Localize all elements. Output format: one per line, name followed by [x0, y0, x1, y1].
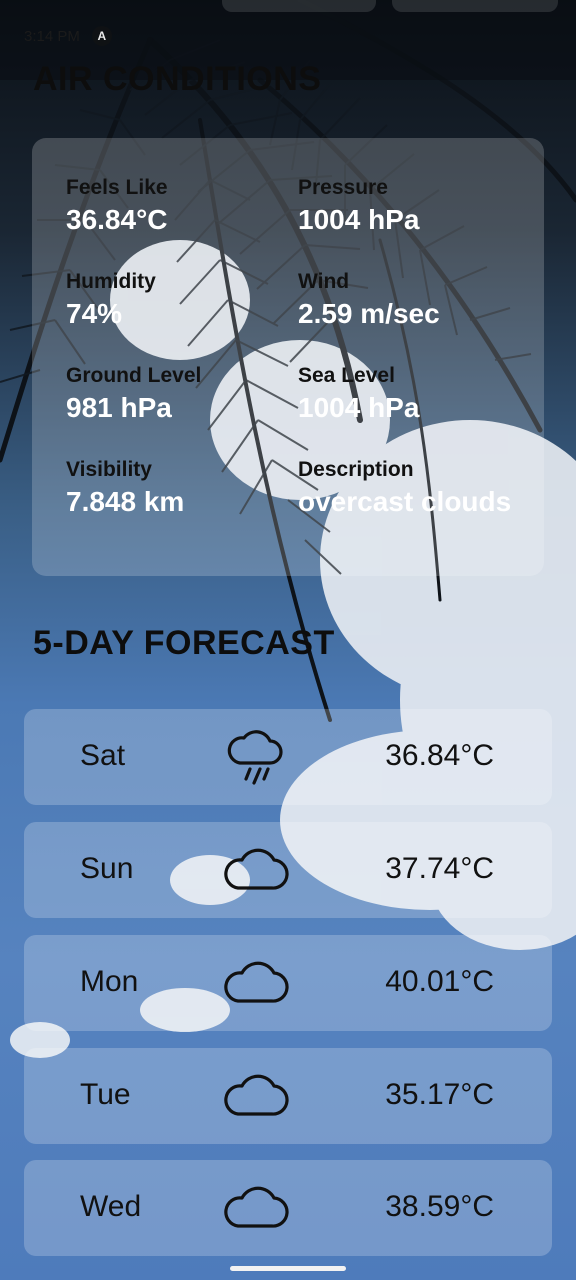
description-label: Description — [298, 458, 414, 481]
forecast-temp: 40.01°C — [385, 965, 494, 998]
ground-level-value: 981 hPa — [66, 392, 172, 423]
wind-value: 2.59 m/sec — [298, 298, 440, 329]
forecast-day: Mon — [80, 965, 139, 998]
status-bar: 3:14 PM A — [24, 24, 112, 48]
top-card-edge — [222, 0, 376, 12]
sea-level-value: 1004 hPa — [298, 392, 420, 423]
pressure-value: 1004 hPa — [298, 204, 420, 235]
description-value: overcast clouds — [298, 486, 512, 517]
feels-like-item: Feels Like 36.84°C — [66, 176, 298, 270]
sea-level-label: Sea Level — [298, 364, 395, 387]
visibility-label: Visibility — [66, 458, 152, 481]
forecast-temp: 35.17°C — [385, 1078, 494, 1111]
cloud-icon — [224, 961, 289, 1003]
pressure-label: Pressure — [298, 176, 388, 199]
forecast-day: Tue — [80, 1078, 131, 1111]
home-indicator[interactable] — [230, 1266, 346, 1271]
forecast-row-tue[interactable]: Tue 35.17°C — [24, 1048, 552, 1144]
air-conditions-grid: Feels Like 36.84°C Pressure 1004 hPa Hum… — [66, 176, 544, 552]
air-conditions-card: Feels Like 36.84°C Pressure 1004 hPa Hum… — [32, 138, 544, 576]
forecast-day: Sun — [80, 852, 134, 885]
humidity-value: 74% — [66, 298, 123, 329]
ground-level-label: Ground Level — [66, 364, 202, 387]
forecast-temp: 37.74°C — [385, 852, 494, 885]
cloud-icon — [224, 1186, 289, 1228]
humidity-label: Humidity — [66, 270, 156, 293]
forecast-day: Wed — [80, 1190, 142, 1223]
wind-item: Wind 2.59 m/sec — [298, 270, 544, 364]
feels-like-label: Feels Like — [66, 176, 168, 199]
forecast-row-sat[interactable]: Sat 36.84°C — [24, 709, 552, 805]
air-conditions-title: AIR CONDITIONS — [33, 60, 322, 98]
humidity-item: Humidity 74% — [66, 270, 298, 364]
forecast-row-sun[interactable]: Sun 37.74°C — [24, 822, 552, 918]
sea-level-item: Sea Level 1004 hPa — [298, 364, 544, 458]
forecast-row-mon[interactable]: Mon 40.01°C — [24, 935, 552, 1031]
wind-label: Wind — [298, 270, 350, 293]
feels-like-value: 36.84°C — [66, 204, 168, 235]
pressure-item: Pressure 1004 hPa — [298, 176, 544, 270]
ground-level-item: Ground Level 981 hPa — [66, 364, 298, 458]
top-card-edge — [392, 0, 558, 12]
forecast-temp: 38.59°C — [385, 1190, 494, 1223]
forecast-row-wed[interactable]: Wed 38.59°C — [24, 1160, 552, 1256]
cloud-rain-icon — [227, 730, 283, 785]
cloud-icon — [224, 1074, 289, 1116]
visibility-value: 7.848 km — [66, 486, 185, 517]
forecast-day: Sat — [80, 739, 126, 772]
status-notification-badge: A — [91, 26, 112, 46]
cloud-icon — [224, 848, 289, 890]
forecast-title: 5-DAY FORECAST — [33, 624, 335, 662]
status-time: 3:14 PM — [24, 27, 80, 45]
forecast-temp: 36.84°C — [385, 739, 494, 772]
description-item: Description overcast clouds — [298, 458, 544, 552]
visibility-item: Visibility 7.848 km — [66, 458, 298, 552]
